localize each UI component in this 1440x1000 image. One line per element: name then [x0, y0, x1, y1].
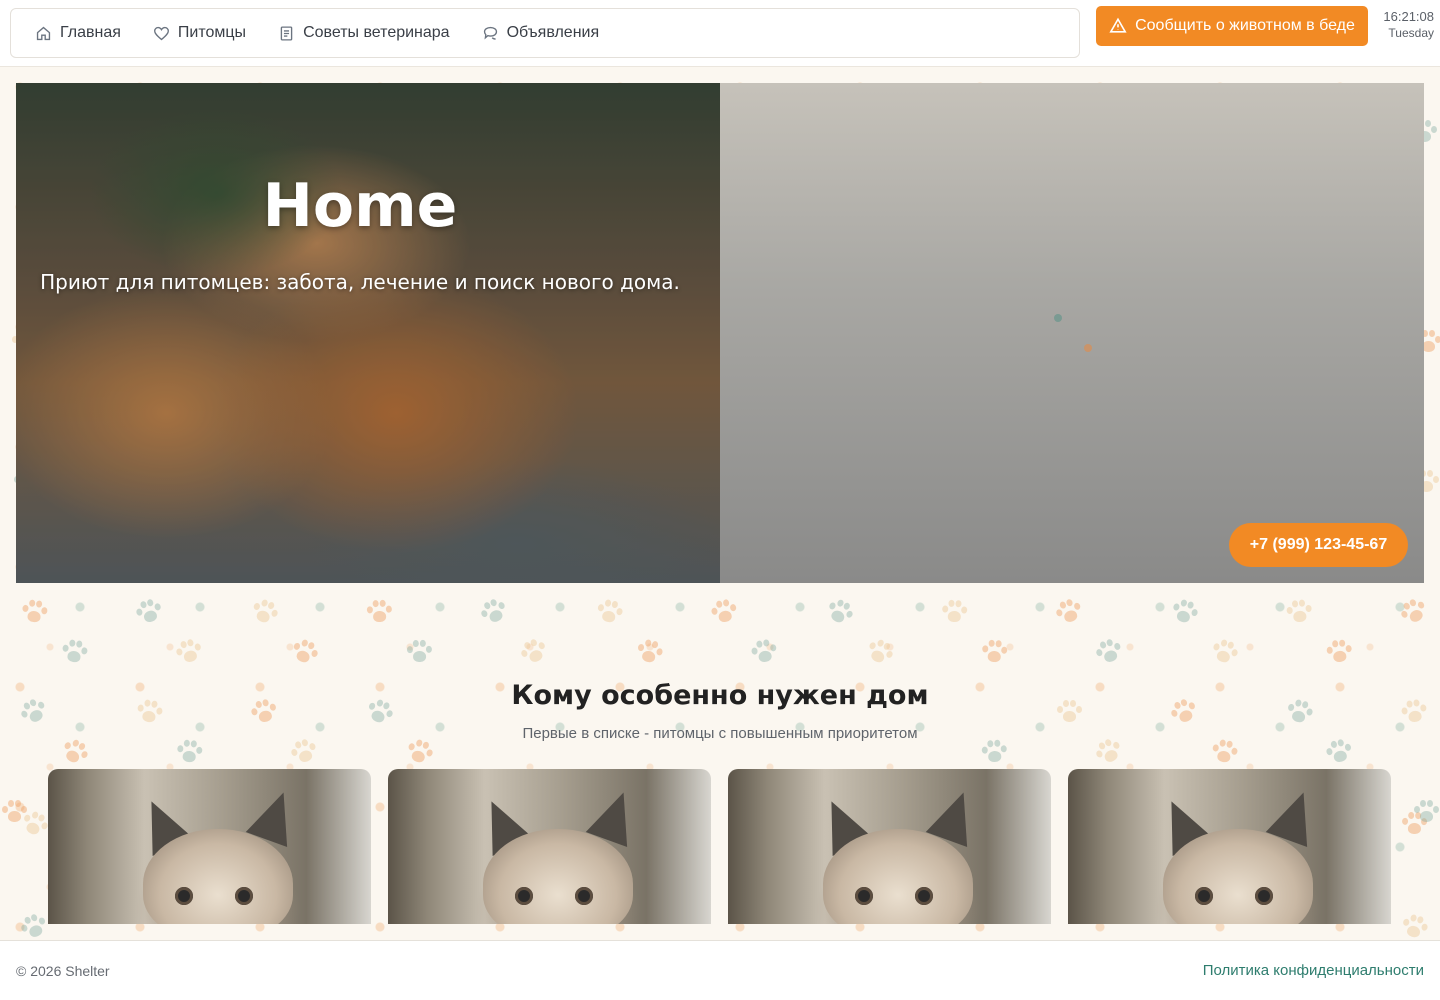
pet-photo [483, 829, 633, 924]
nav-item-vet-tips[interactable]: Советы ветеринара [278, 24, 450, 42]
cat-eye [235, 887, 253, 905]
paw-print-decoration [1208, 738, 1240, 768]
paw-print-decoration [1324, 639, 1354, 667]
hero-subtitle: Приют для питомцев: забота, лечение и по… [40, 270, 680, 294]
paw-print-decoration [1284, 599, 1315, 628]
priority-section-subtitle: Первые в списке - питомцы с повышенным п… [522, 725, 918, 742]
paw-print-decoration [979, 639, 1009, 667]
decorative-dot [1054, 314, 1062, 322]
cat-eye [175, 887, 193, 905]
heart-icon [153, 26, 169, 40]
hero-title: Home [262, 171, 458, 241]
main-navigation: Главная Питомцы Советы ветеринара Объявл… [10, 8, 1080, 58]
nav-item-pets[interactable]: Питомцы [153, 24, 246, 42]
hero-banner: +7 (999) 123-45-67 [16, 83, 1424, 583]
phone-button[interactable]: +7 (999) 123-45-67 [1229, 523, 1408, 567]
document-icon [280, 25, 293, 41]
pet-photo [143, 829, 293, 924]
clock-day: Tuesday [1388, 26, 1434, 40]
copyright-text: © 2026 Shelter [16, 963, 110, 979]
nav-item-home[interactable]: Главная [35, 24, 121, 42]
pet-cards-row [48, 769, 1392, 924]
clock-time: 16:21:08 [1383, 9, 1434, 24]
nav-item-label: Питомцы [177, 24, 247, 41]
paw-print-decoration [939, 599, 968, 626]
paw-print-decoration [174, 739, 204, 767]
priority-section-title: Кому особенно нужен дом [511, 680, 929, 711]
paw-print-decoration [58, 638, 89, 668]
cat-eye [1195, 887, 1213, 905]
paw-print-decoration [19, 598, 50, 627]
pet-photo [823, 829, 973, 924]
paw-print-decoration [1412, 800, 1440, 826]
clock: 16:21:08 Tuesday [1372, 8, 1434, 42]
paw-print-decoration [979, 739, 1009, 767]
nav-item-ads[interactable]: Объявления [482, 24, 600, 42]
nav-item-label: Главная [60, 24, 121, 41]
cat-eye [915, 887, 933, 905]
paw-print-decoration [748, 638, 780, 668]
home-icon [36, 26, 51, 40]
page-footer: © 2026 Shelter Политика конфиденциальнос… [0, 940, 1440, 1000]
nav-item-label: Объявления [506, 24, 600, 41]
cat-eye [855, 887, 873, 905]
cat-eye [575, 887, 593, 905]
cat-eye [1255, 887, 1273, 905]
paw-print-decoration [365, 599, 394, 627]
top-header: Главная Питомцы Советы ветеринара Объявл… [0, 0, 1440, 67]
report-button-label: Сообщить о животном в беде [1135, 17, 1355, 34]
chat-icon [483, 26, 497, 40]
nav-item-label: Советы ветеринара [303, 24, 450, 41]
paw-print-decoration [593, 597, 626, 628]
decorative-dot [1084, 344, 1092, 352]
pet-card[interactable] [728, 769, 1051, 924]
pet-card[interactable] [388, 769, 711, 924]
paw-print-decoration [708, 598, 740, 629]
pet-card[interactable] [48, 769, 371, 924]
paw-print-decoration [405, 639, 433, 666]
cat-eye [515, 887, 533, 905]
hero-cat-photo [16, 83, 720, 583]
pet-photo [1163, 829, 1313, 924]
paw-print-decoration [0, 800, 28, 826]
hero-gray-panel [720, 83, 1424, 583]
privacy-policy-link[interactable]: Политика конфиденциальности [1203, 962, 1424, 979]
warning-icon [1109, 17, 1127, 33]
report-animal-in-trouble-button[interactable]: Сообщить о животном в беде [1096, 6, 1368, 46]
pet-card[interactable] [1068, 769, 1391, 924]
